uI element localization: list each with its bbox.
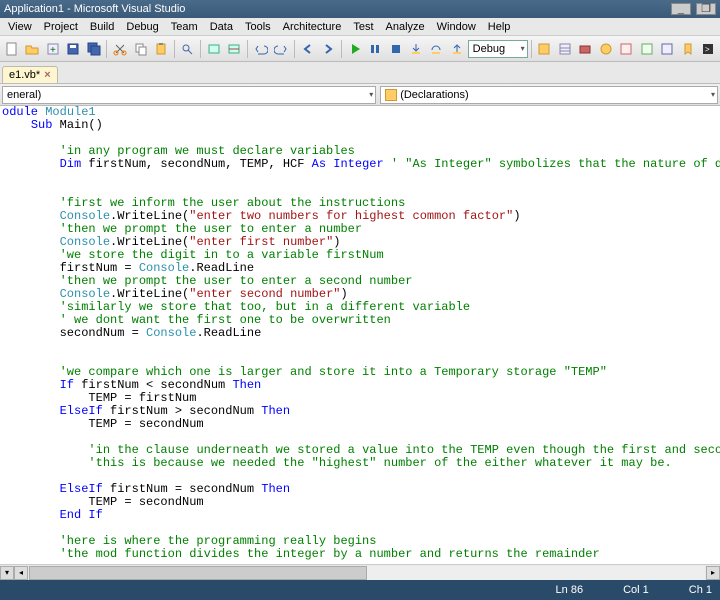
break-button[interactable] [365, 39, 384, 59]
toolbar-separator [247, 40, 248, 58]
status-bar: Ln 86 Col 1 Ch 1 [0, 580, 720, 600]
menu-tools[interactable]: Tools [239, 18, 277, 36]
code-nav-bar: eneral) (Declarations) [0, 84, 720, 106]
menu-view[interactable]: View [2, 18, 38, 36]
step-out-button[interactable] [447, 39, 466, 59]
command-window-button[interactable]: > [698, 39, 717, 59]
svg-text:+: + [50, 45, 56, 56]
step-into-button[interactable] [406, 39, 425, 59]
document-tab[interactable]: e1.vb* × [2, 66, 58, 83]
toolbar-separator [174, 40, 175, 58]
menu-build[interactable]: Build [84, 18, 120, 36]
menu-debug[interactable]: Debug [120, 18, 164, 36]
split-arrow-icon[interactable]: ▾ [0, 566, 14, 580]
properties-button[interactable] [555, 39, 574, 59]
svg-text:>: > [705, 45, 710, 54]
scope-combo-right[interactable]: (Declarations) [380, 86, 718, 104]
tab-close-button[interactable]: × [44, 69, 50, 81]
scroll-track[interactable] [29, 566, 705, 580]
scroll-left-button[interactable]: ◂ [14, 566, 28, 580]
toolbar-separator [106, 40, 107, 58]
copy-button[interactable] [131, 39, 150, 59]
step-over-button[interactable] [427, 39, 446, 59]
class-view-button[interactable] [596, 39, 615, 59]
nav-forward-button[interactable] [318, 39, 337, 59]
maximize-button[interactable]: ❐ [696, 3, 716, 15]
save-button[interactable] [63, 39, 82, 59]
add-item-button[interactable]: + [43, 39, 62, 59]
menu-window[interactable]: Window [431, 18, 482, 36]
open-button[interactable] [22, 39, 41, 59]
menu-help[interactable]: Help [482, 18, 517, 36]
method-icon [385, 89, 397, 101]
save-all-button[interactable] [84, 39, 103, 59]
scope-left-label: eneral) [7, 89, 41, 101]
task-list-button[interactable] [657, 39, 676, 59]
document-tabstrip: e1.vb* × [0, 62, 720, 84]
solution-explorer-button[interactable] [535, 39, 554, 59]
toolbar-separator [200, 40, 201, 58]
toolbar-separator [531, 40, 532, 58]
window-title: Application1 - Microsoft Visual Studio [4, 0, 185, 18]
status-ch: Ch 1 [689, 584, 712, 596]
scroll-thumb[interactable] [29, 566, 367, 580]
undo-button[interactable] [251, 39, 270, 59]
menu-project[interactable]: Project [38, 18, 84, 36]
config-combo[interactable]: Debug [468, 40, 528, 58]
window-titlebar: Application1 - Microsoft Visual Studio _… [0, 0, 720, 18]
menu-analyze[interactable]: Analyze [380, 18, 431, 36]
status-line: Ln 86 [556, 584, 584, 596]
comment-button[interactable] [204, 39, 223, 59]
paste-button[interactable] [151, 39, 170, 59]
uncomment-button[interactable] [225, 39, 244, 59]
stop-button[interactable] [386, 39, 405, 59]
nav-back-button[interactable] [298, 39, 317, 59]
output-button[interactable] [637, 39, 656, 59]
menu-team[interactable]: Team [165, 18, 204, 36]
scroll-right-button[interactable]: ▸ [706, 566, 720, 580]
cut-button[interactable] [110, 39, 129, 59]
tab-label: e1.vb* [9, 69, 40, 81]
start-debug-button[interactable] [345, 39, 364, 59]
find-button[interactable] [178, 39, 197, 59]
minimize-button[interactable]: _ [671, 3, 691, 15]
new-button[interactable] [2, 39, 21, 59]
scope-combo-left[interactable]: eneral) [2, 86, 376, 104]
redo-button[interactable] [272, 39, 291, 59]
main-toolbar: + Debug > [0, 36, 720, 62]
menu-data[interactable]: Data [204, 18, 239, 36]
menu-test[interactable]: Test [347, 18, 379, 36]
code-editor[interactable]: odule Module1 Sub Main() 'in any program… [0, 106, 720, 560]
toolbar-separator [341, 40, 342, 58]
status-col: Col 1 [623, 584, 649, 596]
toolbar-separator [294, 40, 295, 58]
menu-bar: ViewProjectBuildDebugTeamDataToolsArchit… [0, 18, 720, 36]
menu-architecture[interactable]: Architecture [277, 18, 348, 36]
bookmarks-button[interactable] [678, 39, 697, 59]
window-controls: _ ❐ [669, 0, 716, 18]
error-list-button[interactable] [617, 39, 636, 59]
toolbox-button[interactable] [576, 39, 595, 59]
horizontal-scrollbar[interactable]: ▾ ◂ ▸ [0, 564, 720, 580]
scope-right-label: (Declarations) [400, 89, 468, 101]
config-combo-value: Debug [473, 43, 505, 55]
